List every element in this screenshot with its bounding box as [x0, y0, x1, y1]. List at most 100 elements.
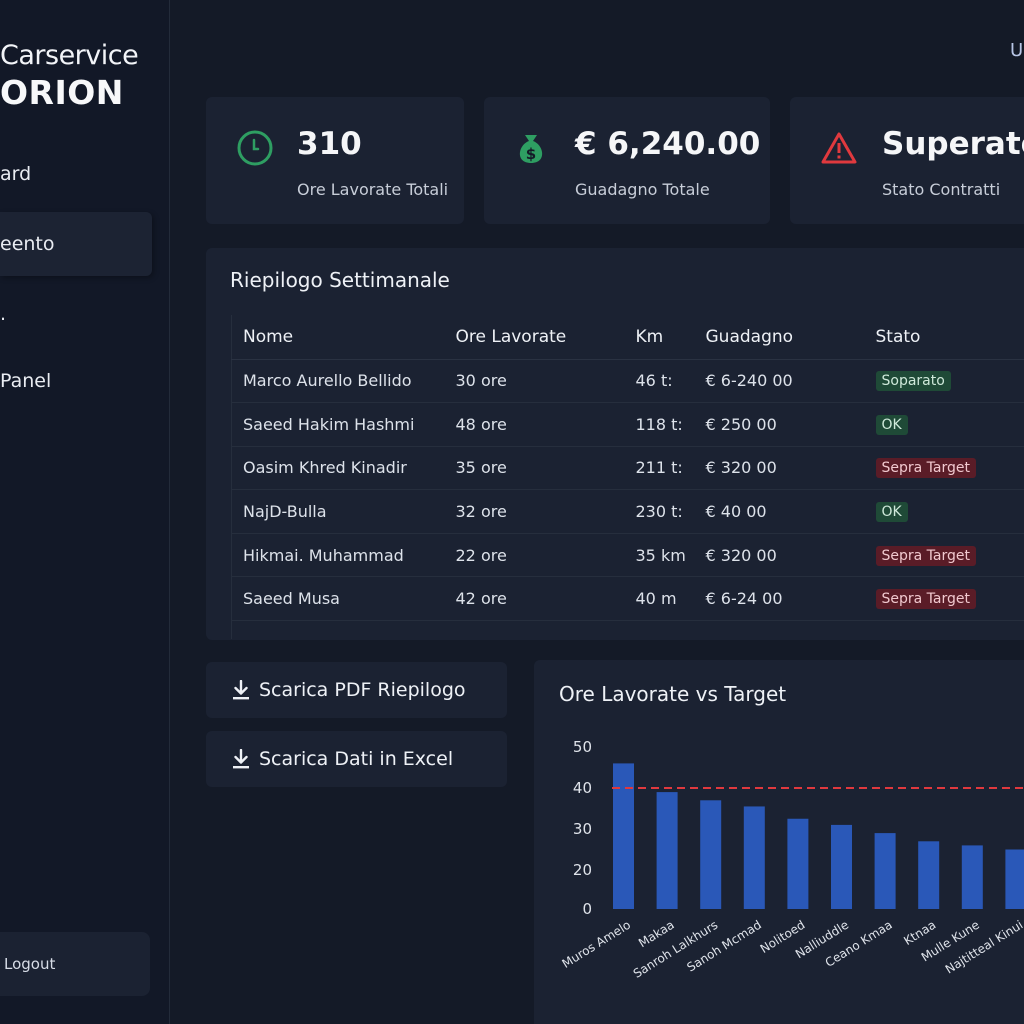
cell-stato: Sepra Target [864, 533, 1024, 578]
weekly-summary-table: Nome Ore Lavorate Km Guadagno Stato Marc… [231, 315, 1024, 639]
chart-bar[interactable] [656, 792, 678, 909]
column-header-ore[interactable]: Ore Lavorate [444, 315, 625, 360]
chart-bar[interactable] [918, 841, 940, 909]
cell-nome: Marco Aurello Bellido [231, 359, 445, 404]
svg-text:$: $ [526, 145, 536, 163]
column-header-km[interactable]: Km [624, 315, 695, 360]
chart-bar[interactable] [961, 845, 983, 909]
cell-guadagno: € 320 00 [694, 533, 865, 578]
cell-nome: Saeed Hakim Hashmi [231, 402, 445, 447]
chart-bar[interactable] [874, 833, 896, 909]
cell-guadagno: € 40 00 [694, 489, 865, 534]
table-row[interactable]: Saeed Hakim Hashmi 48 ore 118 t: € 250 00 OK [231, 402, 1024, 447]
y-tick-label: 50 [573, 738, 592, 756]
cell-km: 230 t: [624, 489, 695, 534]
chart-bar[interactable] [831, 824, 852, 909]
cell-ore-lavorate: 30 ore [444, 359, 625, 404]
sidebar-item-third[interactable]: . [0, 282, 152, 346]
brand-logo: Carservice ORION [0, 40, 139, 112]
cell-nome: Saeed Musa [231, 576, 445, 622]
download-pdf-label: Scarica PDF Riepilogo [259, 679, 466, 701]
column-header-nome[interactable]: Nome [231, 315, 445, 360]
chart-bar[interactable] [613, 763, 634, 909]
sidebar: Carservice ORION ard eento . Panel Logou… [0, 0, 170, 1024]
sidebar-item-label: Panel [0, 370, 52, 392]
table-row[interactable]: Oasim Khred Kinadir 35 ore 211 t: € 320 00 S… [231, 446, 1024, 491]
download-icon [233, 749, 249, 769]
x-tick-label: Muros Amelo [560, 918, 634, 971]
warning-icon [821, 132, 857, 164]
user-menu[interactable]: U [1010, 40, 1023, 61]
sidebar-item-active[interactable]: eento [0, 212, 152, 276]
chart-bar[interactable] [787, 818, 809, 909]
cell-km: 118 t: [624, 402, 695, 447]
cell-guadagno: € 250 00 [694, 402, 865, 447]
table-row[interactable]: Hikmai. Muhammad 22 ore 35 km € 320 00 Sepra… [231, 533, 1024, 578]
download-pdf-button[interactable]: Scarica PDF Riepilogo [206, 662, 507, 718]
sidebar-item-label: ard [0, 163, 32, 185]
chart-bar[interactable] [1005, 849, 1024, 910]
table-row[interactable]: NajD-Bulla 32 ore 230 t: € 40 00 OK [231, 489, 1024, 534]
cell-km: 211 t: [624, 446, 695, 491]
cell-ore-lavorate: 48 ore [444, 402, 625, 447]
x-tick-label: Najtitteal Kinui [943, 918, 1024, 977]
table-row[interactable]: Marco Aurello Bellido 30 ore 46 t: € 6-240 … [231, 359, 1024, 404]
kpi-earnings-value: € 6,240.00 [575, 126, 761, 162]
cell-stato: Soparato [864, 359, 1024, 404]
y-tick-label: 40 [573, 779, 592, 797]
cell-nome: NajD-Bulla [231, 489, 445, 534]
kpi-contracts-value: Superato [882, 126, 1024, 162]
cell-ore-lavorate: 22 ore [444, 533, 625, 578]
cell-empty [695, 621, 865, 639]
sidebar-item-panel[interactable]: Panel [0, 349, 152, 413]
column-header-guadagno[interactable]: Guadagno [694, 315, 865, 360]
cell-ore-lavorate: 42 ore [444, 576, 625, 622]
kpi-earnings-label: Guadagno Totale [575, 180, 710, 199]
cell-ore-lavorate: 32 ore [444, 489, 625, 534]
cell-stato: OK [864, 402, 1024, 447]
y-tick-label: 20 [573, 861, 592, 879]
cell-empty [865, 621, 1024, 639]
logout-label: Logout [4, 955, 56, 973]
clock-icon [237, 130, 273, 166]
cell-empty [231, 620, 445, 639]
sidebar-item-label: eento [0, 233, 55, 255]
table-header-row: Nome Ore Lavorate Km Guadagno Stato [231, 315, 1024, 360]
download-icon [233, 680, 249, 700]
sidebar-item-dashboard[interactable]: ard [0, 142, 152, 206]
cell-nome: Hikmai. Muhammad [231, 533, 445, 578]
column-header-stato[interactable]: Stato [864, 315, 1024, 360]
cell-empty [625, 621, 695, 639]
download-excel-label: Scarica Dati in Excel [259, 748, 454, 770]
chart-title: Ore Lavorate vs Target [559, 682, 787, 706]
kpi-hours-value: 310 [297, 126, 362, 162]
table-row-empty [231, 620, 1024, 639]
status-badge: OK [875, 502, 908, 523]
cell-km: 35 km [624, 533, 695, 578]
cell-guadagno: € 6-24 00 [694, 576, 865, 622]
cell-stato: OK [864, 489, 1024, 534]
table-row[interactable]: Saeed Musa 42 ore 40 m € 6-24 00 Sepra Targe… [231, 576, 1024, 622]
cell-guadagno: € 6-240 00 [694, 359, 865, 404]
brand-name: Carservice [0, 40, 139, 71]
status-badge: OK [875, 414, 908, 435]
kpi-hours-label: Ore Lavorate Totali [297, 180, 449, 199]
status-badge: Sepra Target [875, 545, 976, 566]
chart-bar[interactable] [743, 806, 765, 909]
kpi-contracts-label: Stato Contratti [882, 180, 1001, 199]
status-badge: Sepra Target [875, 458, 976, 479]
y-tick-label: 30 [573, 820, 592, 838]
cell-stato: Sepra Target [864, 446, 1024, 491]
chart-bar[interactable] [700, 800, 722, 909]
cell-nome: Oasim Khred Kinadir [231, 446, 445, 491]
y-tick-label: 0 [582, 900, 592, 918]
status-badge: Soparato [875, 371, 951, 392]
cell-km: 40 m [624, 576, 695, 622]
logout-button[interactable]: Logout [0, 932, 150, 996]
status-badge: Sepra Target [875, 589, 976, 610]
x-tick-label: Sanoh Mcmad [684, 918, 763, 975]
cell-empty [445, 621, 625, 639]
brand-title: ORION [0, 73, 124, 112]
sidebar-item-label: . [0, 303, 7, 325]
download-excel-button[interactable]: Scarica Dati in Excel [206, 731, 507, 787]
